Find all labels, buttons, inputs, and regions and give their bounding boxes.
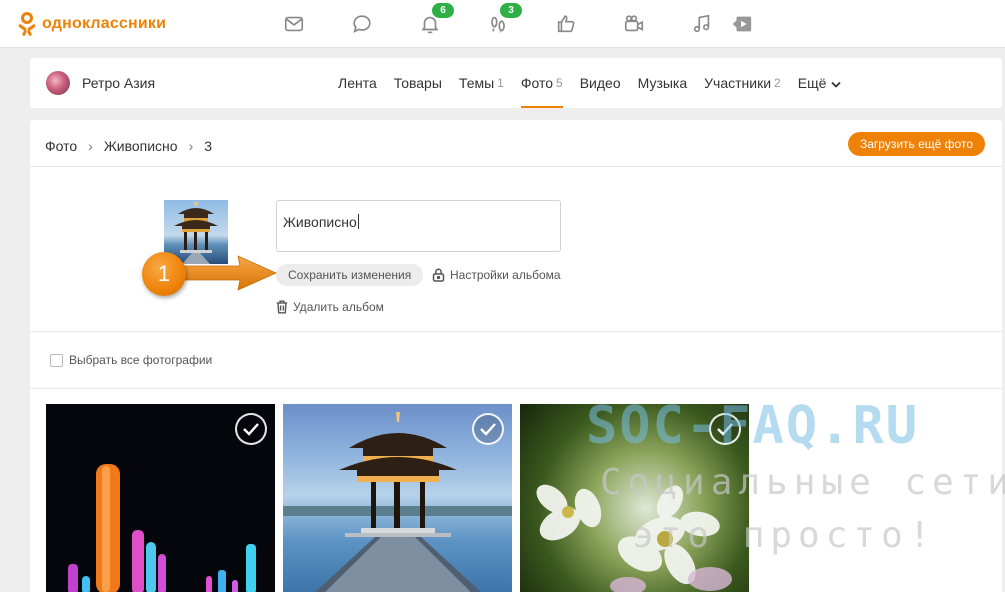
guests-badge: 3 — [500, 3, 522, 18]
annotation-step-marker: 1 — [142, 252, 186, 296]
music-icon[interactable] — [690, 12, 714, 36]
tab-music[interactable]: Музыка — [638, 58, 688, 108]
divider — [30, 388, 1002, 389]
divider — [30, 331, 1002, 332]
save-changes-button[interactable]: Сохранить изменения — [276, 264, 424, 286]
tab-video[interactable]: Видео — [580, 58, 621, 108]
logo-text: одноклассники — [42, 15, 167, 32]
check-icon — [243, 423, 259, 436]
ok-logo-icon — [17, 12, 37, 37]
photo-select-checkmark[interactable] — [472, 413, 504, 445]
tab-topics[interactable]: Темы 1 — [459, 58, 504, 108]
tab-count: 1 — [497, 76, 504, 90]
group-header: Ретро Азия Лента Товары Темы 1 Фото 5 Виде… — [30, 58, 1002, 108]
top-bar: одноклассники 6 3 — [0, 0, 1005, 48]
watermark-line-1: Социальные сети — [600, 462, 1005, 503]
breadcrumb-count: 3 — [204, 138, 213, 154]
tab-more[interactable]: Ещё — [798, 58, 842, 108]
guests-icon[interactable]: 3 — [486, 3, 522, 36]
video-play-icon[interactable] — [730, 12, 754, 36]
tab-photos[interactable]: Фото 5 — [520, 58, 563, 108]
ok-logo[interactable]: одноклассники — [17, 12, 167, 37]
select-all-photos[interactable]: Выбрать все фотографии — [50, 352, 212, 368]
discussions-icon[interactable] — [350, 12, 374, 36]
lock-icon — [432, 268, 445, 282]
tab-count: 2 — [774, 76, 781, 90]
photo-tile[interactable] — [46, 404, 275, 592]
tab-members[interactable]: Участники 2 — [704, 58, 781, 108]
chevron-down-icon — [831, 75, 842, 91]
photo-tile[interactable] — [283, 404, 512, 592]
divider — [30, 166, 1002, 167]
select-all-checkbox[interactable] — [50, 353, 63, 367]
messages-icon[interactable] — [282, 12, 306, 36]
tab-count: 5 — [556, 76, 563, 90]
tab-products[interactable]: Товары — [394, 58, 442, 108]
check-icon — [480, 423, 496, 436]
upload-more-photos-button[interactable]: Загрузить ещё фото — [848, 132, 985, 156]
marks-icon[interactable] — [554, 12, 578, 36]
album-title-input[interactable]: Живописно — [276, 200, 561, 252]
chevron-right-icon: › — [88, 138, 93, 154]
delete-album-link[interactable]: Удалить альбом — [276, 298, 384, 316]
watermark-line-2: это просто! — [632, 515, 937, 556]
group-avatar[interactable] — [46, 71, 70, 95]
chevron-right-icon: › — [188, 138, 194, 154]
album-settings-link[interactable]: Настройки альбома — [432, 266, 561, 284]
breadcrumb: Фото › Живописно › 3 — [45, 136, 212, 156]
breadcrumb-album[interactable]: Живописно — [104, 138, 178, 154]
video-icon[interactable] — [622, 12, 646, 36]
watermark-title: SOC-FAQ.RU — [586, 396, 920, 456]
annotation-arrow — [178, 255, 277, 291]
breadcrumb-photos[interactable]: Фото — [45, 138, 77, 154]
group-name[interactable]: Ретро Азия — [82, 75, 155, 91]
tab-feed[interactable]: Лента — [338, 58, 377, 108]
notifications-icon[interactable]: 6 — [418, 3, 454, 36]
photo-select-checkmark[interactable] — [235, 413, 267, 445]
group-tabs: Лента Товары Темы 1 Фото 5 Видео Музыка Уч… — [338, 58, 858, 108]
trash-icon — [276, 300, 288, 314]
notifications-badge: 6 — [432, 3, 454, 18]
